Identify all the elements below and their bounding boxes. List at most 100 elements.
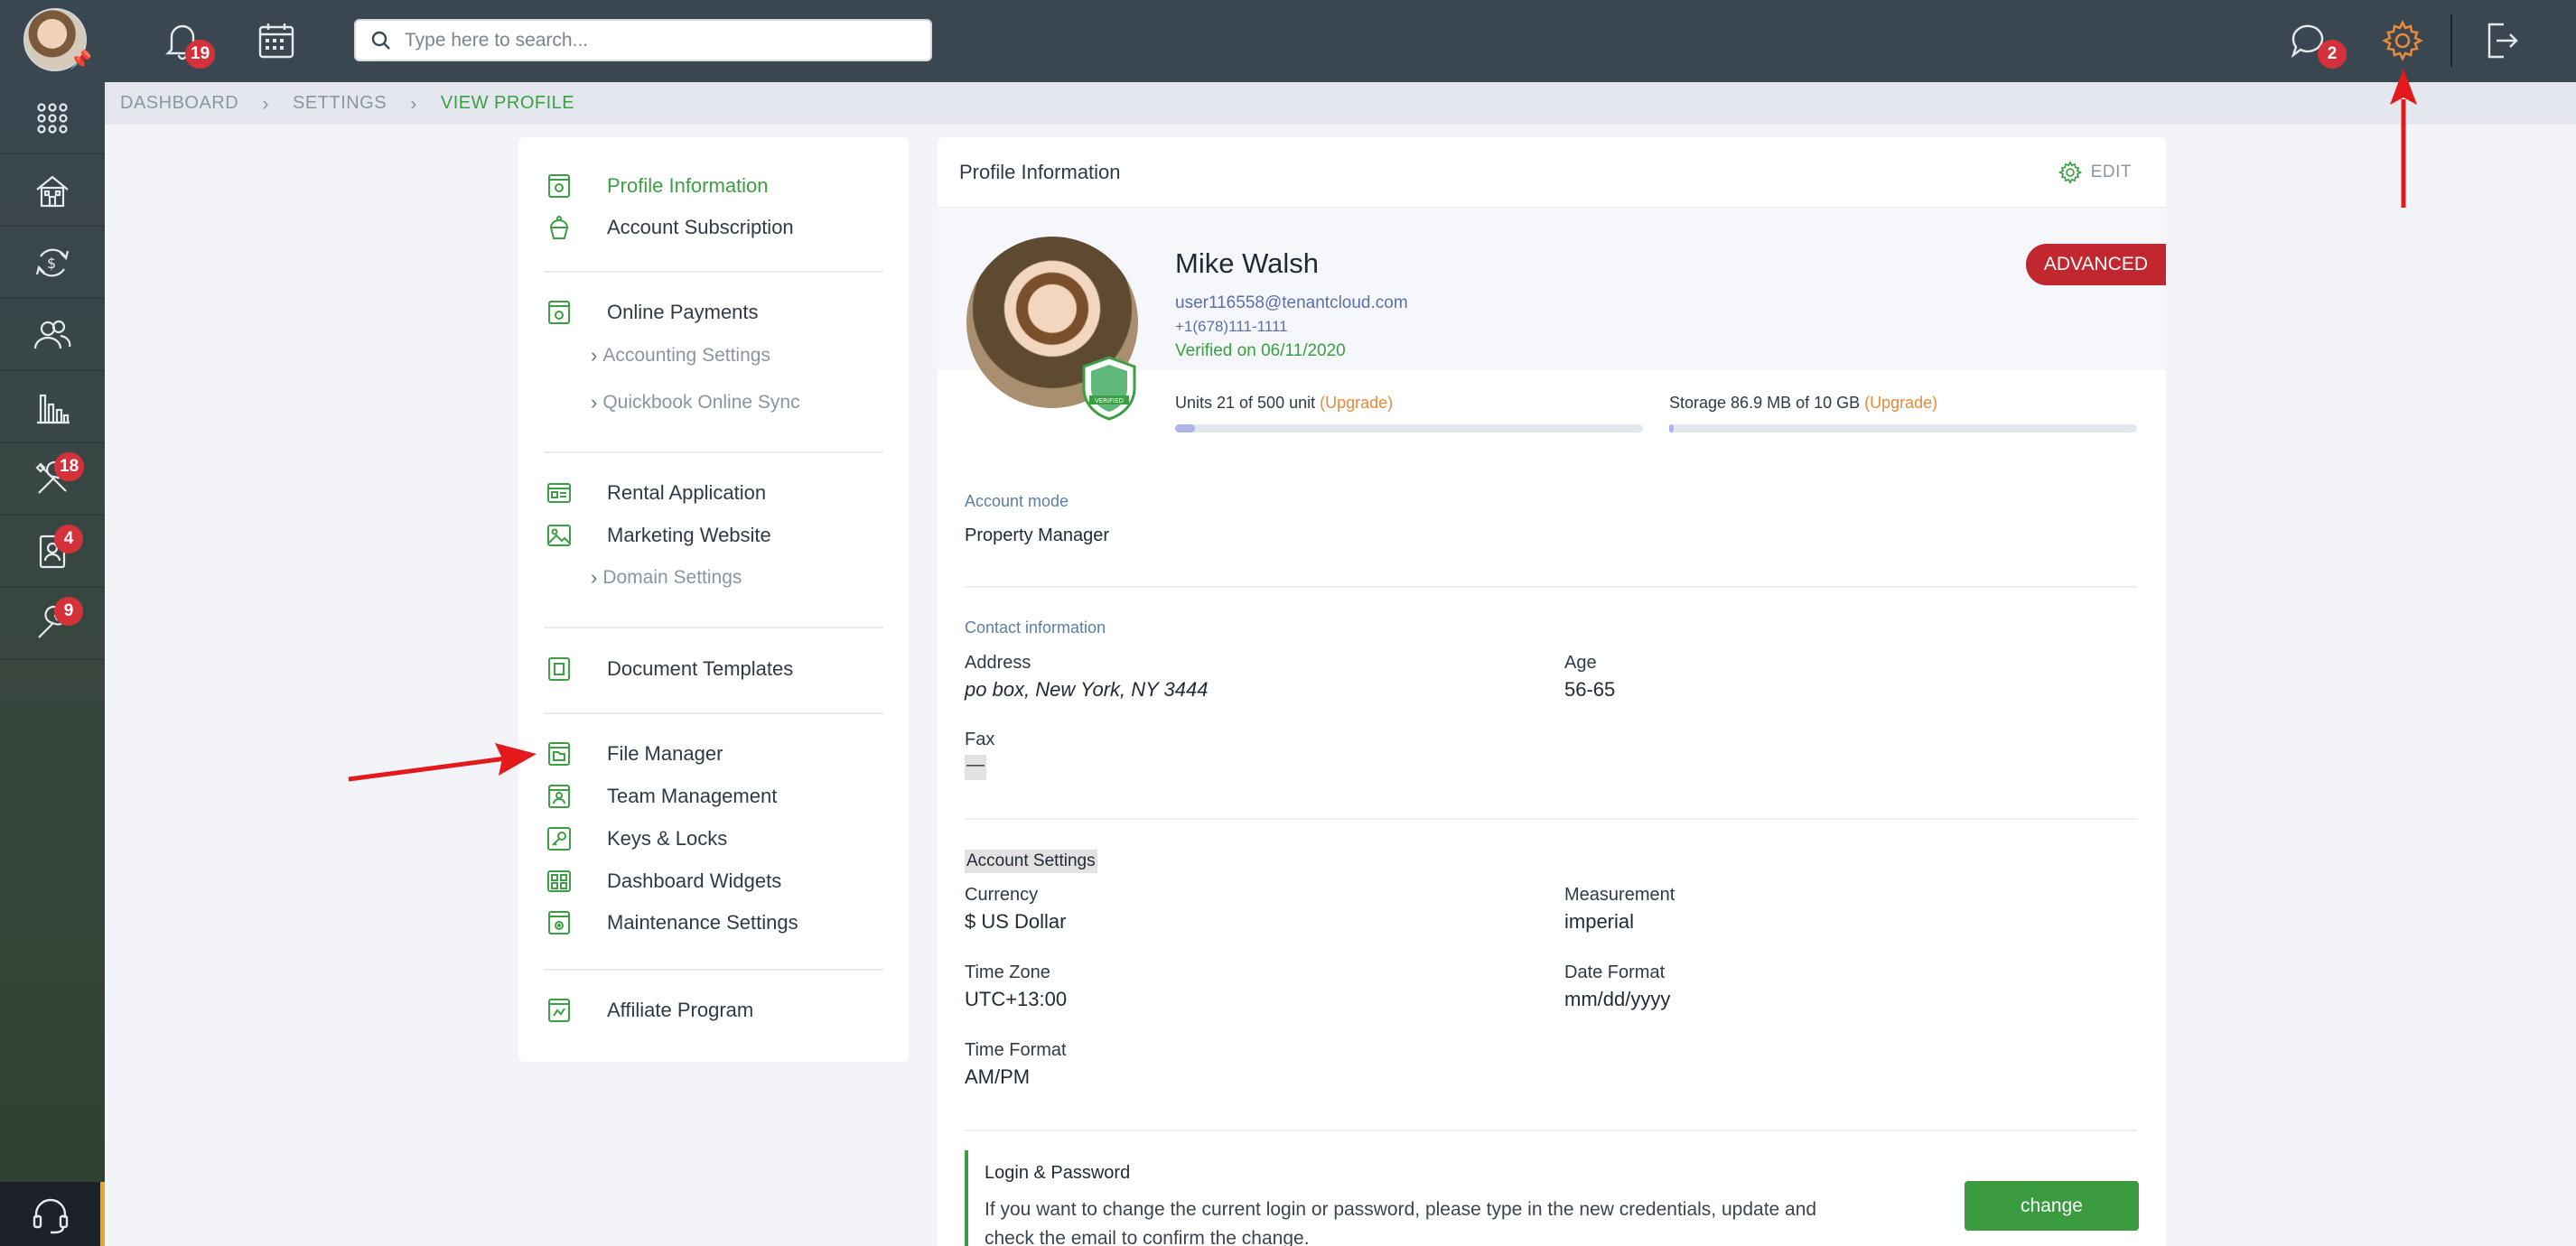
currency-value: $ US Dollar: [965, 910, 1067, 933]
menu-label: Rental Application: [607, 481, 767, 504]
section-divider: [965, 586, 2137, 588]
menu-quickbook-sync[interactable]: › Quickbook Online Sync: [591, 387, 800, 418]
login-password-section: Login & Password If you want to change t…: [965, 1150, 2137, 1246]
nav-tools[interactable]: 9: [0, 588, 105, 660]
storage-usage: Storage 86.9 MB of 10 GB (Upgrade): [1669, 394, 1937, 413]
upgrade-units-link[interactable]: (Upgrade): [1320, 394, 1393, 412]
applications-badge: 4: [54, 525, 83, 553]
timeformat-value: AM/PM: [965, 1065, 1031, 1088]
menu-account-subscription[interactable]: Account Subscription: [546, 209, 794, 246]
nav-payments[interactable]: $: [0, 227, 105, 299]
menu-keys-locks[interactable]: Keys & Locks: [546, 821, 727, 857]
breadcrumb-view-profile: VIEW PROFILE: [440, 93, 575, 113]
measurement-value: imperial: [1564, 910, 1635, 933]
nav-properties[interactable]: [0, 154, 105, 227]
age-value: 56-65: [1564, 678, 1616, 701]
section-divider: [965, 1130, 2137, 1131]
image-icon: [546, 522, 573, 549]
team-icon: [546, 783, 573, 810]
profile-card: Profile Information EDIT VERIFIED Mike W…: [938, 137, 2166, 1246]
chevron-right-icon: ›: [410, 91, 417, 115]
profile-email[interactable]: user116558@tenantcloud.com: [1175, 293, 1408, 313]
menu-file-manager[interactable]: File Manager: [546, 736, 723, 772]
menu-profile-information[interactable]: Profile Information: [546, 168, 769, 204]
nav-reports[interactable]: [0, 371, 105, 443]
maintenance-badge: 18: [54, 452, 85, 481]
menu-label: Document Templates: [607, 657, 794, 680]
menu-divider: [544, 451, 883, 453]
nav-applications[interactable]: 4: [0, 516, 105, 588]
menu-maintenance-settings[interactable]: Maintenance Settings: [546, 905, 798, 941]
search-icon: [371, 31, 390, 50]
nav-maintenance[interactable]: 18: [0, 443, 105, 516]
login-description: If you want to change the current login …: [985, 1199, 1817, 1246]
chevron-right-icon: ›: [591, 566, 598, 589]
units-progress-bar: [1175, 424, 1643, 432]
search-box[interactable]: [354, 19, 932, 61]
menu-rental-application[interactable]: Rental Application: [546, 475, 766, 511]
messages-icon[interactable]: 2: [2285, 18, 2347, 69]
verified-shield-text: VERIFIED: [1095, 397, 1124, 404]
units-text: Units 21 of 500 unit: [1175, 394, 1321, 412]
breadcrumb-dashboard[interactable]: DASHBOARD: [120, 93, 238, 114]
submenu-label: Quickbook Online Sync: [602, 392, 800, 413]
building-icon: [36, 175, 69, 207]
measurement-label: Measurement: [1564, 885, 1675, 905]
menu-label: Profile Information: [607, 174, 769, 197]
user-avatar[interactable]: 📌: [23, 8, 92, 71]
fax-label: Fax: [965, 730, 995, 749]
menu-label: Dashboard Widgets: [607, 869, 782, 892]
account-settings-label: Account Settings: [965, 850, 1097, 873]
nav-apps[interactable]: [0, 82, 105, 154]
menu-marketing-website[interactable]: Marketing Website: [546, 517, 771, 553]
nav-people[interactable]: [0, 299, 105, 371]
menu-divider: [544, 712, 883, 714]
application-form-icon: [546, 479, 573, 507]
menu-domain-settings[interactable]: › Domain Settings: [591, 563, 742, 593]
timezone-value: UTC+13:00: [965, 988, 1068, 1010]
people-icon: [33, 320, 71, 349]
menu-affiliate-program[interactable]: Affiliate Program: [546, 992, 753, 1028]
menu-label: Team Management: [607, 785, 778, 807]
apps-grid-icon: [37, 102, 68, 134]
menu-dashboard-widgets[interactable]: Dashboard Widgets: [546, 863, 781, 899]
chevron-right-icon: ›: [262, 91, 270, 115]
widgets-icon: [546, 868, 573, 895]
support-button[interactable]: [0, 1182, 105, 1246]
account-mode-label: Account mode: [965, 492, 1069, 510]
submenu-label: Domain Settings: [602, 567, 742, 588]
affiliate-icon: [546, 997, 573, 1024]
units-progress-fill: [1175, 424, 1195, 432]
search-input[interactable]: [405, 29, 910, 51]
menu-team-management[interactable]: Team Management: [546, 778, 777, 814]
left-nav: $ 18 4 9: [0, 82, 105, 1246]
storage-progress-bar: [1669, 424, 2137, 432]
menu-document-templates[interactable]: Document Templates: [546, 651, 793, 687]
menu-label: Online Payments: [607, 301, 759, 323]
edit-button[interactable]: EDIT: [2058, 160, 2132, 184]
storage-text: Storage 86.9 MB of 10 GB: [1669, 394, 1865, 412]
document-template-icon: [546, 656, 573, 683]
upgrade-storage-link[interactable]: (Upgrade): [1864, 394, 1937, 412]
pin-icon[interactable]: 📌: [70, 49, 92, 71]
notifications-bell-icon[interactable]: 19: [160, 18, 216, 69]
login-title: Login & Password: [985, 1163, 1131, 1183]
breadcrumb-settings[interactable]: SETTINGS: [293, 93, 387, 114]
gear-icon: [2058, 160, 2082, 184]
logout-icon[interactable]: [2479, 18, 2525, 63]
profile-phone[interactable]: +1(678)111-1111: [1175, 318, 1288, 336]
profile-card-header: Profile Information EDIT: [938, 137, 2166, 208]
annotation-arrow-settings: [2390, 69, 2417, 208]
settings-gear-icon[interactable]: [2380, 18, 2425, 63]
calendar-icon[interactable]: [254, 18, 299, 63]
annotation-arrow-file-manager: [348, 743, 537, 782]
contact-info-label: Contact information: [965, 618, 1106, 637]
chevron-right-icon: ›: [591, 391, 598, 414]
age-label: Age: [1564, 653, 1597, 673]
change-credentials-button[interactable]: change: [1965, 1181, 2139, 1231]
menu-accounting-settings[interactable]: › Accounting Settings: [591, 340, 770, 371]
plan-badge: ADVANCED: [2025, 244, 2166, 285]
fax-value: —: [965, 755, 986, 780]
svg-text:$: $: [47, 255, 56, 272]
menu-online-payments[interactable]: Online Payments: [546, 294, 759, 330]
